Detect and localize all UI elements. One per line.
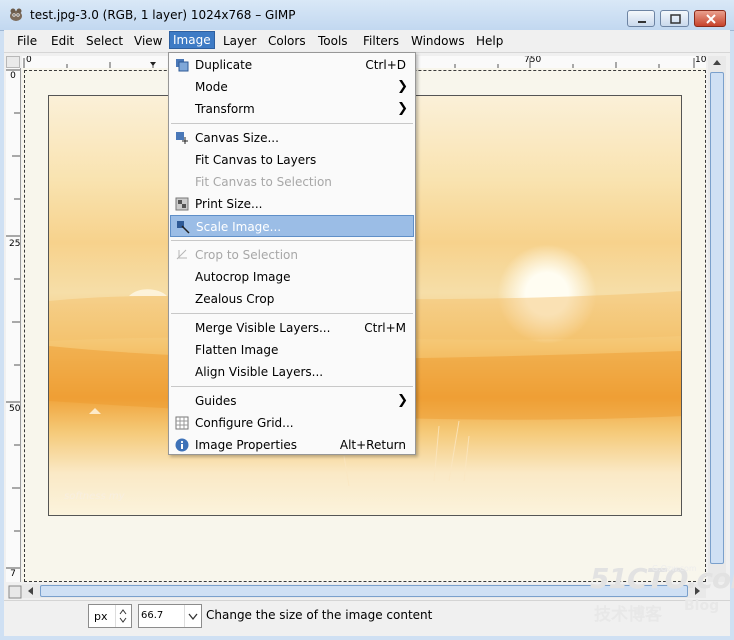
menu-item-zealous-crop[interactable]: Zealous Crop bbox=[170, 288, 414, 310]
menu-item-label: Flatten Image bbox=[195, 343, 279, 357]
grid-icon bbox=[175, 416, 189, 430]
menu-item-label: Guides bbox=[195, 394, 237, 408]
menu-windows[interactable]: Windows bbox=[408, 33, 468, 49]
menu-item-label: Scale Image... bbox=[196, 220, 282, 234]
menu-item-align-visible[interactable]: Align Visible Layers... bbox=[170, 361, 414, 383]
zoom-select[interactable]: 66.7 bbox=[138, 604, 202, 628]
menu-separator bbox=[171, 240, 413, 241]
unit-value: px bbox=[94, 610, 108, 623]
menu-tools[interactable]: Tools bbox=[315, 33, 351, 49]
submenu-arrow-icon: ❯ bbox=[397, 101, 408, 116]
minimize-button[interactable] bbox=[627, 10, 655, 27]
submenu-arrow-icon: ❯ bbox=[397, 79, 408, 94]
vertical-scrollbar[interactable] bbox=[708, 56, 726, 582]
submenu-arrow-icon: ❯ bbox=[397, 393, 408, 408]
shortcut-label: Ctrl+D bbox=[365, 58, 406, 72]
canvas-size-icon bbox=[176, 132, 188, 144]
menu-item-label: Mode bbox=[195, 80, 228, 94]
maximize-button[interactable] bbox=[660, 10, 689, 27]
menu-item-label: Image Properties bbox=[195, 438, 298, 452]
vruler-label-500: 500 bbox=[9, 404, 21, 414]
menu-item-label: Zealous Crop bbox=[195, 292, 275, 306]
menu-help[interactable]: Help bbox=[473, 33, 506, 49]
menu-item-label: Transform bbox=[195, 102, 255, 116]
menu-image[interactable]: Image bbox=[169, 31, 215, 49]
shortcut-label: Alt+Return bbox=[339, 438, 406, 452]
menu-item-label: Merge Visible Layers... bbox=[195, 321, 331, 335]
minimize-icon bbox=[638, 21, 646, 23]
menu-item-label: Duplicate bbox=[195, 58, 253, 72]
menu-item-fit-canvas-layers[interactable]: Fit Canvas to Layers bbox=[170, 149, 414, 171]
status-message: Change the size of the image content bbox=[206, 608, 433, 622]
crop-icon bbox=[176, 249, 187, 260]
zoom-value: 66.7 bbox=[141, 610, 164, 621]
vruler-label-750: 7 bbox=[10, 569, 16, 579]
menu-item-label: Canvas Size... bbox=[195, 131, 279, 145]
close-icon bbox=[706, 14, 716, 24]
shortcut-label: Ctrl+M bbox=[364, 321, 406, 335]
menu-separator bbox=[171, 386, 413, 387]
print-size-icon bbox=[175, 197, 189, 211]
duplicate-icon bbox=[176, 59, 189, 72]
menu-separator bbox=[171, 123, 413, 124]
zoom-follow-icon[interactable] bbox=[708, 56, 726, 70]
menu-edit[interactable]: Edit bbox=[48, 33, 77, 49]
menu-bar: File Edit Select View Image Layer Colors… bbox=[4, 30, 730, 53]
watermark-small: G.Qzw.com bbox=[652, 564, 697, 573]
gimp-app-icon bbox=[10, 8, 22, 21]
menu-item-autocrop[interactable]: Autocrop Image bbox=[170, 266, 414, 288]
image-menu: Duplicate Ctrl+D Mode ❯ Transform ❯ Canv… bbox=[168, 52, 416, 455]
menu-item-label: Align Visible Layers... bbox=[195, 365, 324, 379]
menu-item-label: Configure Grid... bbox=[195, 416, 294, 430]
menu-item-canvas-size[interactable]: Canvas Size... bbox=[170, 127, 414, 149]
image-signature: softness my bbox=[64, 491, 125, 502]
scale-image-icon bbox=[177, 221, 190, 234]
info-icon bbox=[175, 438, 189, 452]
menu-item-label: Fit Canvas to Selection bbox=[195, 175, 332, 189]
zoom-dropdown-icon[interactable] bbox=[184, 605, 202, 627]
menu-item-mode[interactable]: Mode ❯ bbox=[170, 76, 414, 98]
unit-select[interactable]: px bbox=[88, 604, 132, 628]
vertical-ruler[interactable]: 0 250 500 7 bbox=[6, 68, 21, 582]
menu-item-crop-to-selection: Crop to Selection bbox=[170, 244, 414, 266]
menu-layer[interactable]: Layer bbox=[220, 33, 259, 49]
menu-view[interactable]: View bbox=[131, 33, 165, 49]
menu-colors[interactable]: Colors bbox=[265, 33, 309, 49]
menu-file[interactable]: File bbox=[14, 33, 40, 49]
menu-item-label: Print Size... bbox=[195, 197, 263, 211]
watermark-sub: 技术博客 bbox=[594, 605, 662, 625]
menu-item-configure-grid[interactable]: Configure Grid... bbox=[170, 412, 414, 434]
menu-item-merge-visible[interactable]: Merge Visible Layers... Ctrl+M bbox=[170, 317, 414, 339]
vruler-label-250: 250 bbox=[9, 239, 21, 249]
menu-filters[interactable]: Filters bbox=[360, 33, 402, 49]
maximize-icon bbox=[670, 14, 681, 24]
menu-item-label: Crop to Selection bbox=[195, 248, 298, 262]
vertical-scroll-thumb[interactable] bbox=[710, 72, 724, 564]
menu-item-flatten[interactable]: Flatten Image bbox=[170, 339, 414, 361]
menu-item-label: Fit Canvas to Layers bbox=[195, 153, 317, 167]
window-title: test.jpg-3.0 (RGB, 1 layer) 1024x768 – G… bbox=[30, 8, 296, 22]
menu-item-duplicate[interactable]: Duplicate Ctrl+D bbox=[170, 54, 414, 76]
menu-item-print-size[interactable]: Print Size... bbox=[170, 193, 414, 215]
vruler-label-0: 0 bbox=[10, 71, 16, 81]
navigate-icon[interactable] bbox=[8, 585, 22, 599]
menu-separator bbox=[171, 313, 413, 314]
menu-item-label: Autocrop Image bbox=[195, 270, 291, 284]
menu-select[interactable]: Select bbox=[83, 33, 126, 49]
ruler-label-1000: 100 bbox=[695, 56, 706, 65]
quick-mask-corner[interactable] bbox=[6, 56, 20, 68]
unit-stepper-icon[interactable] bbox=[115, 605, 131, 627]
menu-item-fit-canvas-selection: Fit Canvas to Selection bbox=[170, 171, 414, 193]
title-bar: test.jpg-3.0 (RGB, 1 layer) 1024x768 – G… bbox=[0, 0, 734, 31]
ruler-label-750: 750 bbox=[524, 56, 542, 65]
ruler-label-0: 0 bbox=[26, 56, 32, 65]
menu-item-transform[interactable]: Transform ❯ bbox=[170, 98, 414, 120]
menu-item-guides[interactable]: Guides ❯ bbox=[170, 390, 414, 412]
menu-item-scale-image[interactable]: Scale Image... bbox=[170, 215, 414, 237]
menu-item-image-properties[interactable]: Image Properties Alt+Return bbox=[170, 434, 414, 456]
watermark-blog: Blog bbox=[684, 598, 720, 614]
close-button[interactable] bbox=[694, 10, 726, 27]
scroll-left-icon[interactable] bbox=[24, 584, 38, 598]
vruler-ticks bbox=[6, 69, 20, 569]
